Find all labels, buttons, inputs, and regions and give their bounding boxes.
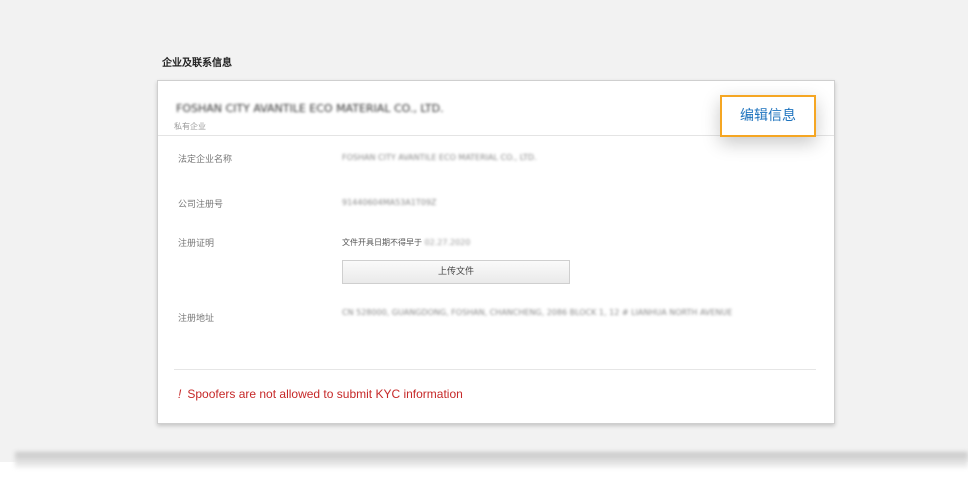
page-background: 企业及联系信息 FOSHAN CITY AVANTILE ECO MATERIA… [0,0,968,462]
reg-cert-note-text: 文件开具日期不得早于 [342,238,422,247]
reg-number-label: 公司注册号 [178,200,224,210]
footer-divider [174,369,816,370]
warning-icon: ! [178,387,182,401]
edit-info-button[interactable]: 编辑信息 [720,95,816,137]
company-info-card: FOSHAN CITY AVANTILE ECO MATERIAL CO., L… [157,80,835,424]
reg-cert-note-date: 02.27.2020 [424,238,471,247]
legal-name-value: FOSHAN CITY AVANTILE ECO MATERIAL CO., L… [342,153,537,162]
legal-name-label: 法定企业名称 [178,155,233,165]
kyc-error-message: ! Spoofers are not allowed to submit KYC … [178,387,463,401]
upload-file-button[interactable]: 上传文件 [342,260,570,284]
company-type: 私有企业 [174,122,206,131]
reg-cert-label: 注册证明 [178,239,215,249]
company-name: FOSHAN CITY AVANTILE ECO MATERIAL CO., L… [176,102,444,115]
section-title: 企业及联系信息 [162,58,232,69]
reg-address-value: CN 528000, GUANGDONG, FOSHAN, CHANCHENG,… [342,308,733,317]
reg-number-value: 91440604MA53A1T09Z [342,198,437,207]
reg-cert-note: 文件开具日期不得早于 02.27.2020 [342,237,470,248]
kyc-error-text: Spoofers are not allowed to submit KYC i… [187,387,463,401]
reg-address-label: 注册地址 [178,314,215,324]
page-shadow [15,452,968,468]
